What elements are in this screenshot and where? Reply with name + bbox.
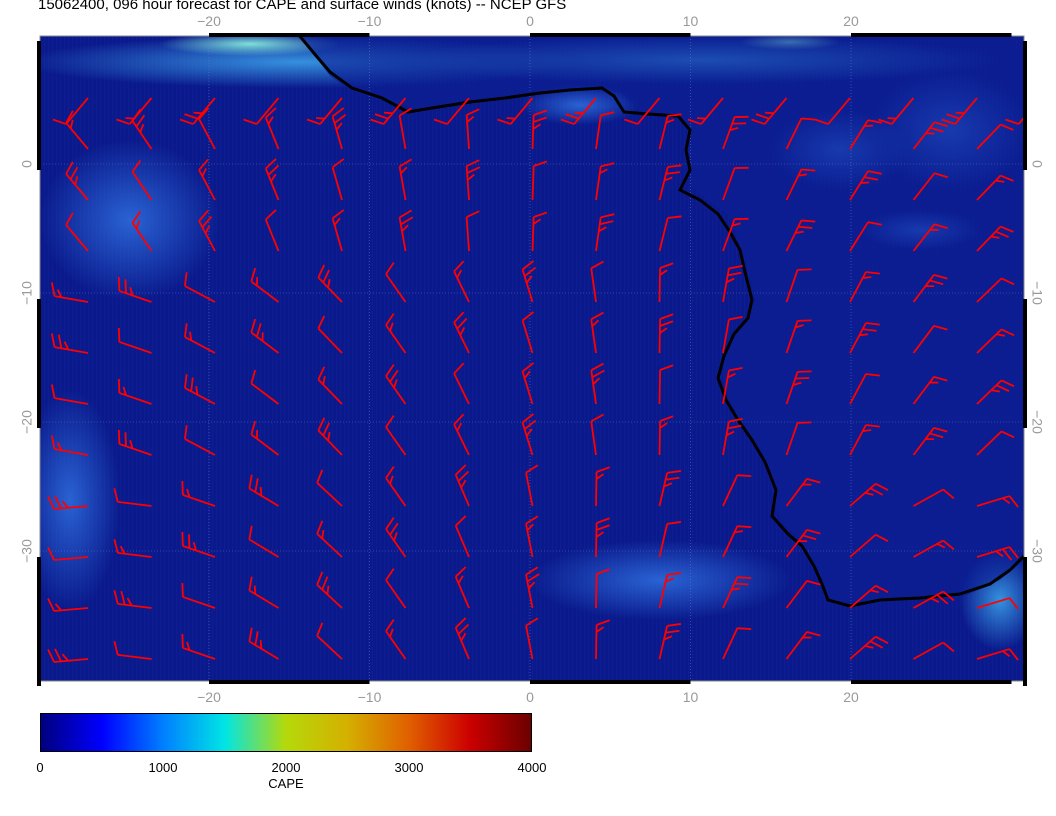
- lon-tick-label-bottom: −20: [197, 689, 221, 705]
- lon-tick-label-bottom: 20: [843, 689, 859, 705]
- frame-tick-bar: [851, 680, 1012, 684]
- lon-tick-label-bottom: −10: [358, 689, 382, 705]
- lat-tick-label-left: −30: [19, 539, 35, 563]
- colorbar-tick-3: 3000: [394, 760, 424, 775]
- frame-tick-bar: [530, 680, 691, 684]
- colorbar-tick-2: 2000: [271, 760, 301, 775]
- lat-tick-label-right: −20: [1029, 410, 1045, 434]
- colorbar-tick-1: 1000: [148, 760, 178, 775]
- lon-tick-label-top: 20: [843, 13, 859, 29]
- frame-tick-bar: [37, 41, 41, 170]
- lon-tick-label-bottom: 0: [526, 689, 534, 705]
- wind-barb: [1041, 433, 1056, 466]
- frame-tick-bar: [209, 33, 370, 37]
- frame-tick-bar: [851, 33, 1012, 37]
- lat-tick-label-right: −30: [1029, 539, 1045, 563]
- frame-tick-bar: [37, 299, 41, 428]
- lon-tick-label-top: 0: [526, 13, 534, 29]
- lon-tick-label-bottom: 10: [683, 689, 699, 705]
- lon-tick-label-top: 10: [683, 13, 699, 29]
- colorbar-title: CAPE: [268, 776, 304, 791]
- frame-tick-bar: [1023, 299, 1027, 428]
- lat-tick-label-left: 0: [19, 160, 35, 168]
- wind-barb: [1041, 331, 1056, 364]
- frame-tick-bar: [37, 557, 41, 686]
- wind-barb: [1041, 175, 1056, 210]
- lat-tick-label-left: −10: [19, 281, 35, 305]
- wind-barb: [1041, 124, 1056, 159]
- frame-tick-bar: [1023, 557, 1027, 686]
- lon-tick-label-top: −10: [358, 13, 382, 29]
- lat-tick-label-left: −20: [19, 410, 35, 434]
- frame-tick-bar: [530, 33, 691, 37]
- colorbar-tick-0: 0: [36, 760, 44, 775]
- colorbar: [40, 713, 532, 752]
- frame-tick-bar: [209, 680, 370, 684]
- map-plot: −20 −20 −10 −10 0 0 10 10 20 20 0 0 −10 −10 −20 −20 −30 −…: [19, 13, 1056, 705]
- frame-tick-bar: [1023, 41, 1027, 170]
- wind-barb: [1041, 503, 1056, 519]
- wind-barb: [1041, 656, 1056, 672]
- lat-tick-label-right: −10: [1029, 281, 1045, 305]
- lat-tick-label-right: 0: [1029, 160, 1045, 168]
- wind-barb: [1041, 226, 1056, 261]
- cape-field: [40, 36, 1056, 681]
- wind-barb: [1041, 605, 1056, 621]
- colorbar-tick-4: 4000: [517, 760, 547, 775]
- lon-tick-label-top: −20: [197, 13, 221, 29]
